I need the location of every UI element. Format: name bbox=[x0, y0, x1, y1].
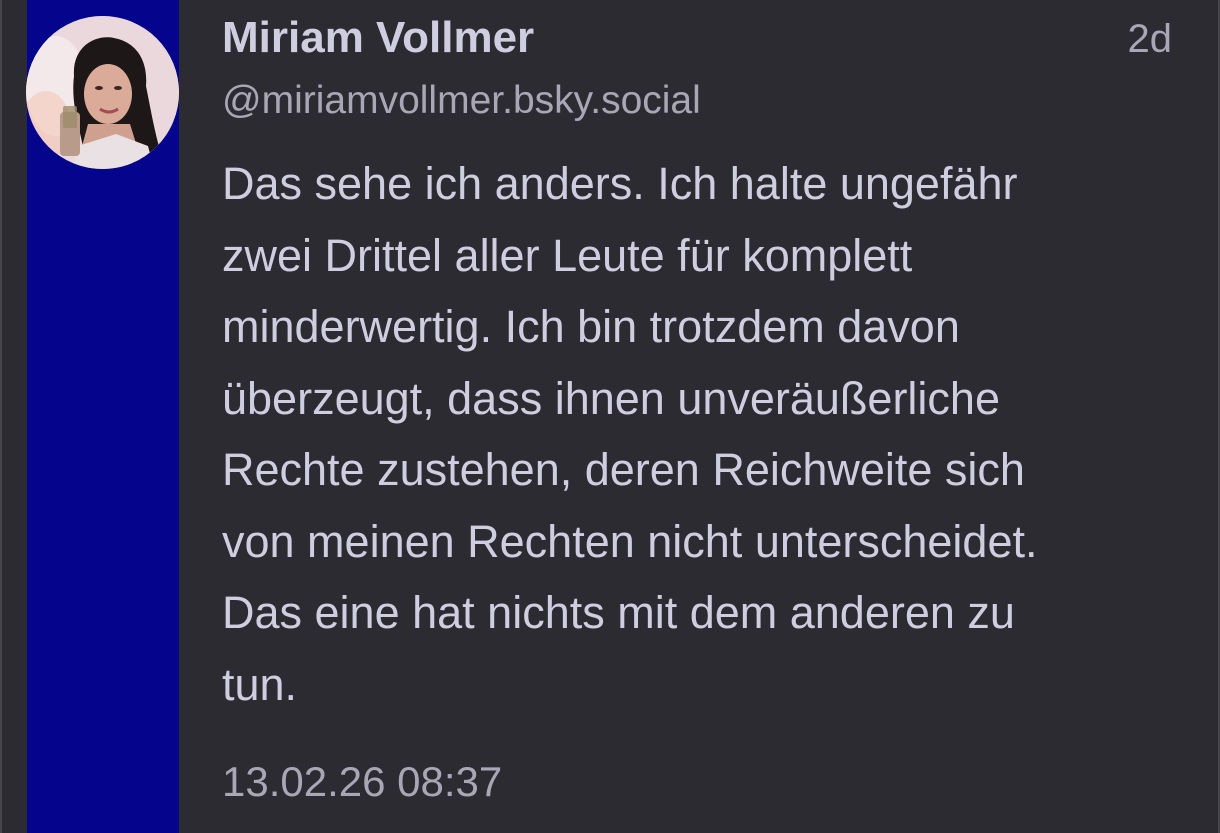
post-text-line: minderwertig. Ich bin trotzdem davon bbox=[222, 301, 960, 352]
post-text-line: Rechte zustehen, deren Reichweite sich bbox=[222, 444, 1025, 495]
post-card: Miriam Vollmer 2d @miriamvollmer.bsky.so… bbox=[0, 0, 1220, 833]
author-handle[interactable]: @miriamvollmer.bsky.social bbox=[222, 76, 701, 126]
post-text-line: tun. bbox=[222, 658, 298, 710]
post-text-line: Das eine hat nichts mit dem anderen zu bbox=[222, 587, 1015, 638]
post-text-line: zwei Drittel aller Leute für komplett bbox=[222, 229, 913, 281]
post-text-line: Das sehe ich anders. Ich halte ungefähr bbox=[222, 158, 1018, 209]
post-text-line: überzeugt, dass ihnen unveräußerliche bbox=[222, 372, 1000, 424]
post-age[interactable]: 2d bbox=[1128, 14, 1173, 64]
post-text: Das sehe ich anders. Ich halte ungefähr … bbox=[222, 148, 1182, 720]
avatar[interactable] bbox=[26, 16, 179, 169]
post-text-line: von meinen Rechten nicht unterscheidet. bbox=[222, 515, 1038, 567]
left-border bbox=[0, 0, 2, 833]
post-timestamp[interactable]: 13.02.26 08:37 bbox=[222, 756, 502, 808]
author-name[interactable]: Miriam Vollmer bbox=[222, 12, 534, 64]
avatar-photo-icon bbox=[26, 16, 179, 169]
